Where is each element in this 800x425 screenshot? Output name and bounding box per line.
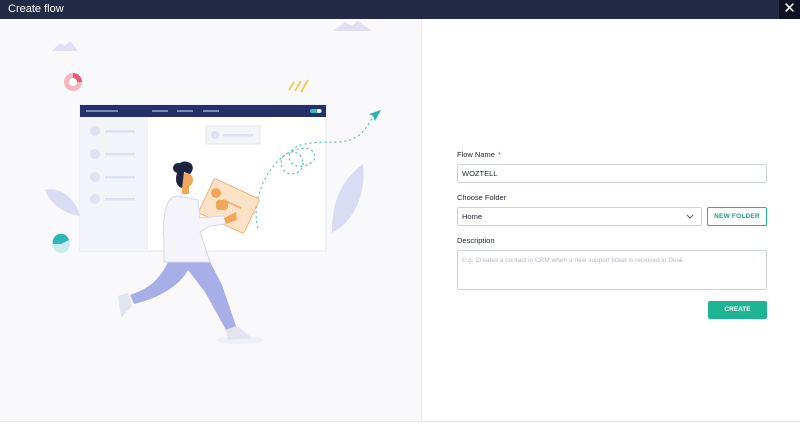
- flow-name-input[interactable]: WOZTELL: [457, 164, 767, 183]
- folder-row: Home NEW FOLDER: [457, 207, 767, 226]
- choose-folder-label: Choose Folder: [457, 193, 507, 202]
- window-title: Create flow: [8, 3, 64, 15]
- new-folder-button[interactable]: NEW FOLDER: [707, 207, 767, 226]
- description-label: Description: [457, 236, 495, 245]
- flow-name-label: Flow Name *: [457, 150, 501, 159]
- chevron-down-icon: [686, 214, 694, 219]
- required-mark: *: [497, 150, 501, 159]
- create-flow-illustration: [45, 21, 381, 344]
- bottom-divider: [0, 421, 800, 422]
- form-actions: CREATE: [457, 301, 767, 319]
- create-flow-form: Flow Name * WOZTELL Choose Folder Home NE…: [457, 150, 767, 319]
- folder-select-value: Home: [462, 212, 483, 221]
- illustration-panel: [0, 19, 422, 422]
- window-title-bar: Create flow: [0, 0, 800, 19]
- folder-select[interactable]: Home: [457, 207, 702, 226]
- create-button[interactable]: CREATE: [708, 301, 767, 319]
- description-textarea[interactable]: E.g. Creates a contact in CRM when a new…: [457, 250, 767, 290]
- close-icon[interactable]: ✕: [779, 0, 800, 19]
